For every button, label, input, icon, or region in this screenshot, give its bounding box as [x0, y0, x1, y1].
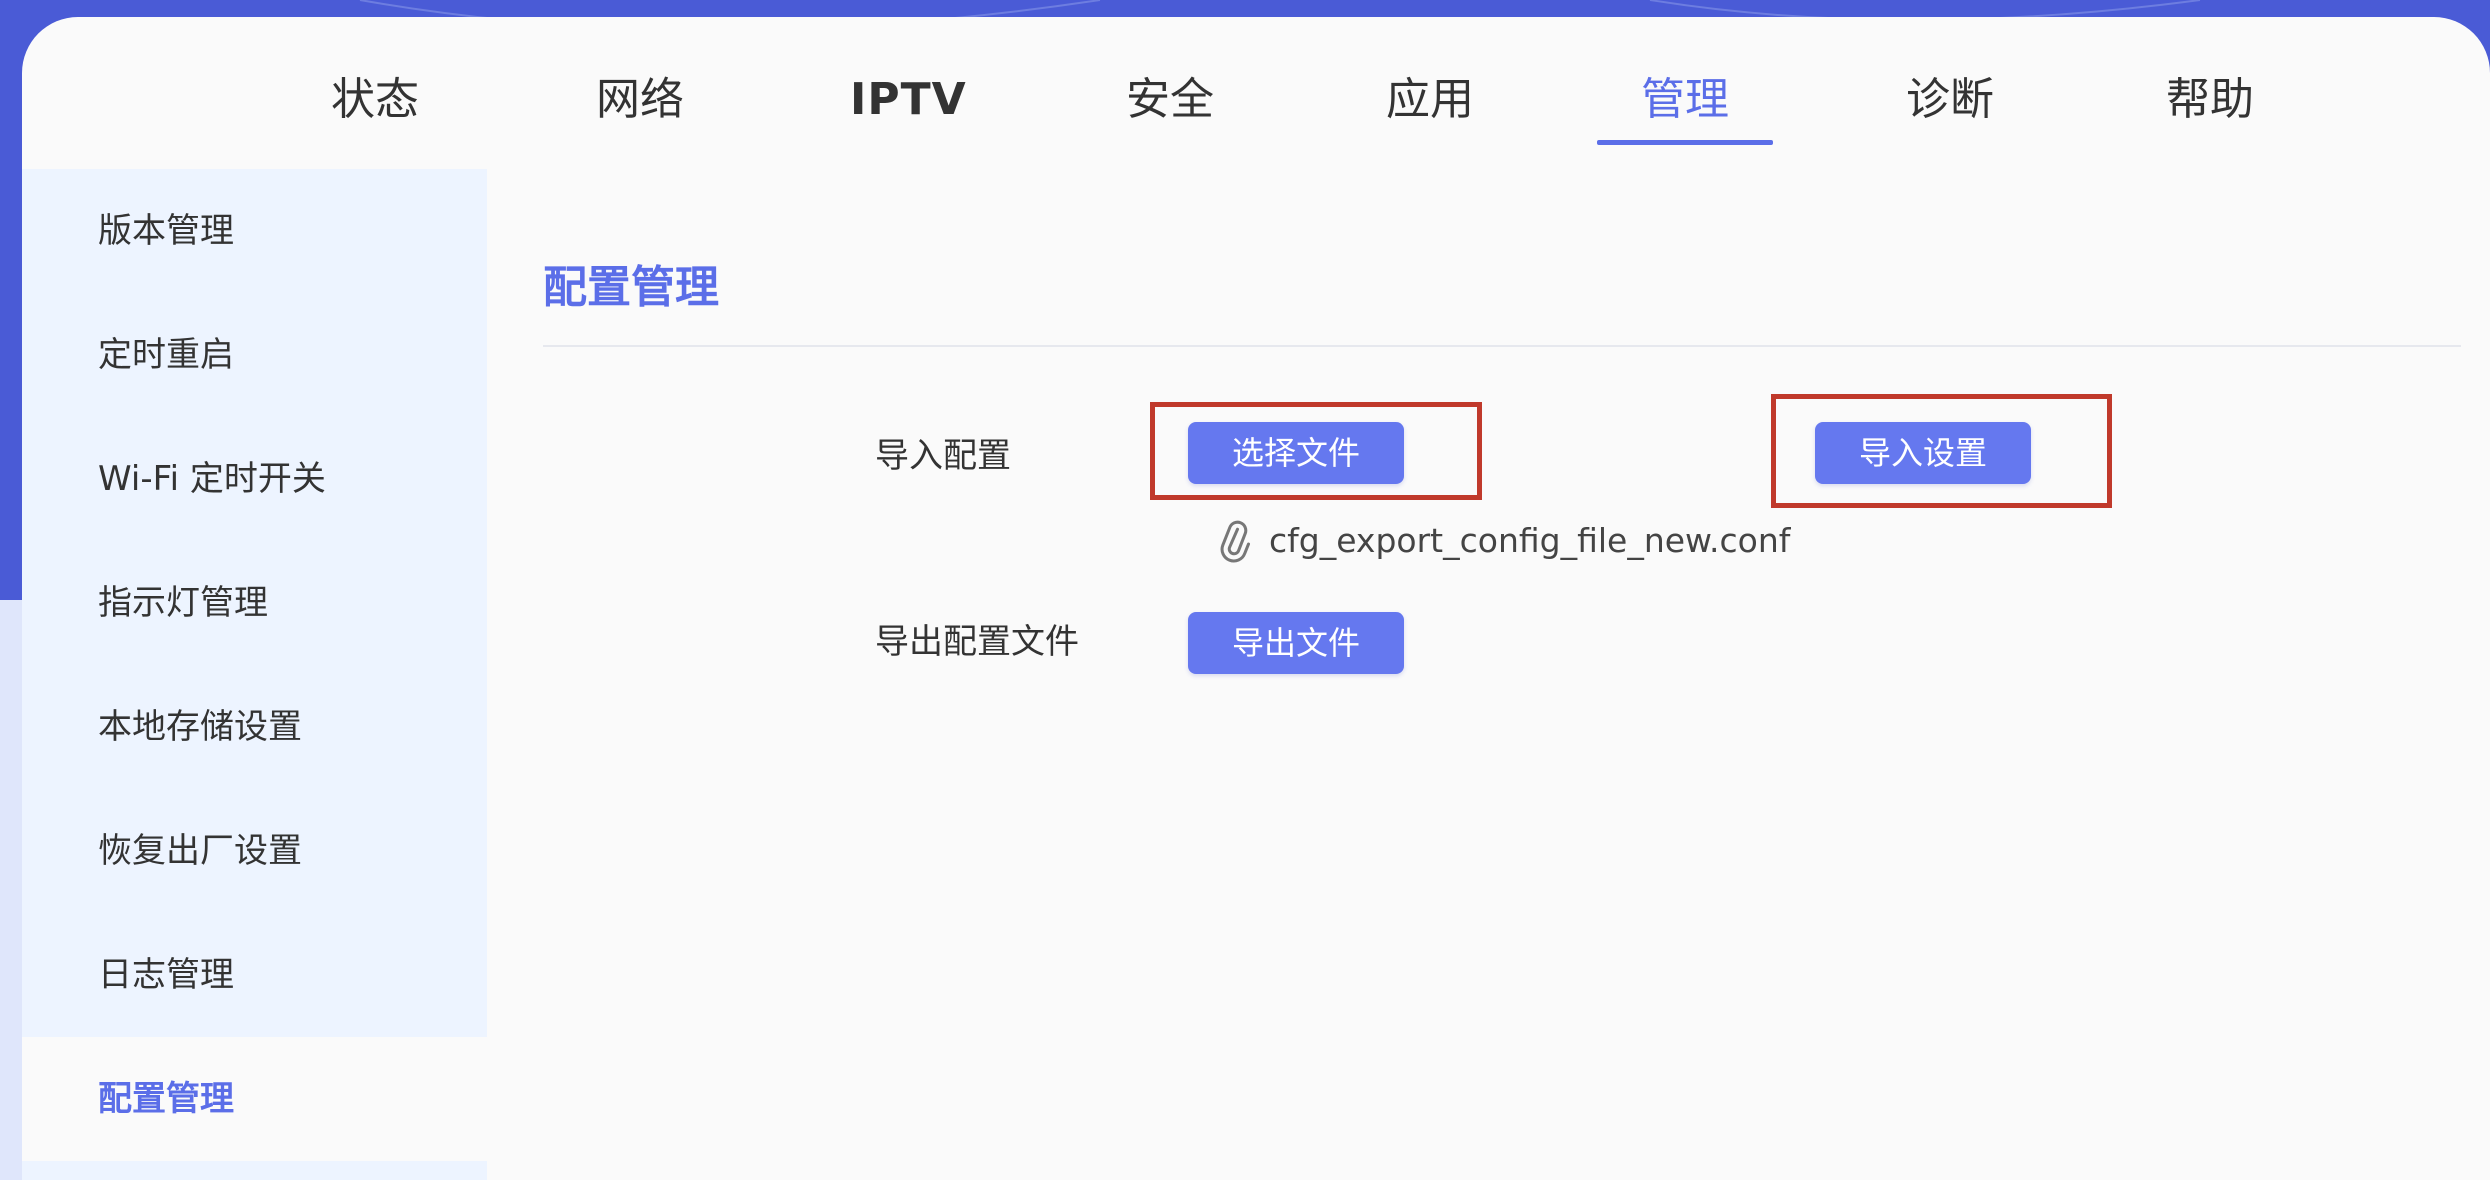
sidebar: 版本管理 定时重启 Wi-Fi 定时开关 指示灯管理 本地存储设置 恢复出厂设置… [22, 169, 487, 1180]
content-area: 配置管理 导入配置 选择文件 导入设置 cfg_export_config_fi… [487, 169, 2490, 1180]
sidebar-item-wifi-schedule[interactable]: Wi-Fi 定时开关 [22, 417, 487, 541]
export-file-button[interactable]: 导出文件 [1188, 612, 1405, 674]
paperclip-icon [1220, 520, 1251, 563]
sidebar-item-scheduled-reboot[interactable]: 定时重启 [22, 293, 487, 417]
choose-file-button[interactable]: 选择文件 [1188, 422, 1405, 484]
top-navigation: 状态 网络 IPTV 安全 应用 管理 诊断 帮助 [22, 17, 2490, 169]
title-divider [543, 345, 2461, 347]
sidebar-item-log-management[interactable]: 日志管理 [22, 913, 487, 1037]
selected-file-row: cfg_export_config_file_new.conf [1217, 516, 1790, 566]
page-title: 配置管理 [543, 262, 719, 313]
main-card: 状态 网络 IPTV 安全 应用 管理 诊断 帮助 版本管理 定时重启 Wi-F… [22, 17, 2490, 1180]
import-settings-button[interactable]: 导入设置 [1815, 422, 2032, 484]
export-config-label: 导出配置文件 [875, 622, 1079, 662]
sidebar-item-local-storage[interactable]: 本地存储设置 [22, 665, 487, 789]
nav-management[interactable]: 管理 [1597, 55, 1773, 145]
nav-apps[interactable]: 应用 [1375, 55, 1485, 145]
sidebar-item-version-management[interactable]: 版本管理 [22, 169, 487, 293]
nav-help[interactable]: 帮助 [2155, 55, 2265, 145]
nav-iptv[interactable]: IPTV [850, 55, 966, 145]
nav-diagnosis[interactable]: 诊断 [1895, 55, 2005, 145]
sidebar-item-config-management[interactable]: 配置管理 [22, 1037, 487, 1161]
nav-security[interactable]: 安全 [1115, 55, 1225, 145]
sidebar-item-led-management[interactable]: 指示灯管理 [22, 541, 487, 665]
import-config-label: 导入配置 [875, 436, 1011, 476]
selected-file-name: cfg_export_config_file_new.conf [1269, 521, 1791, 560]
nav-network[interactable]: 网络 [585, 55, 695, 145]
sidebar-item-factory-reset[interactable]: 恢复出厂设置 [22, 789, 487, 913]
nav-status[interactable]: 状态 [320, 55, 430, 145]
